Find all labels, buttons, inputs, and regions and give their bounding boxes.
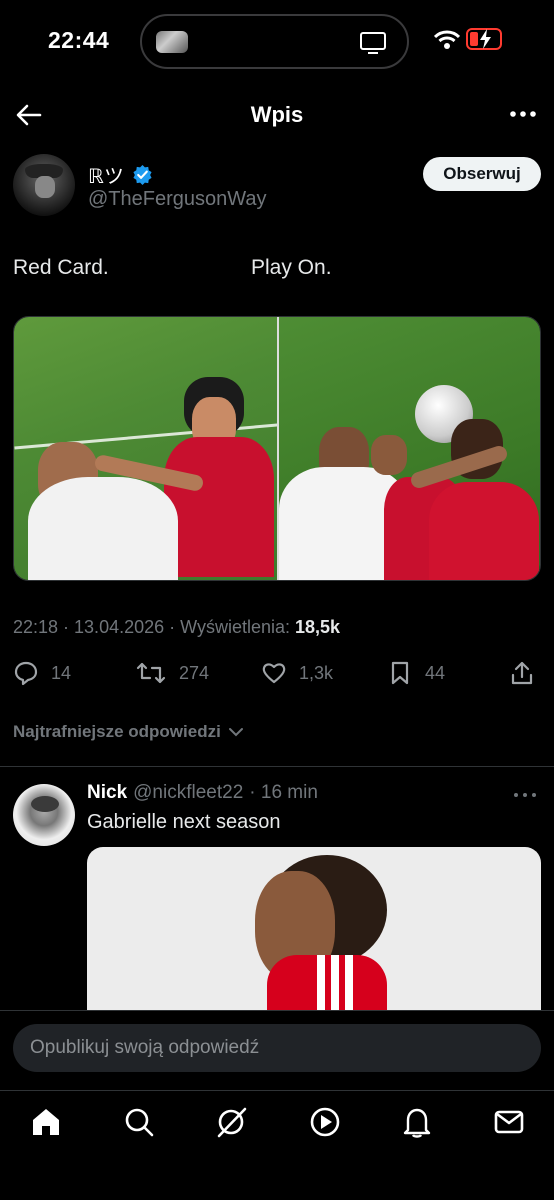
bookmark-action[interactable]: 44 (387, 660, 445, 686)
tweet-timestamp[interactable]: 22:18 · 13.04.2026 · Wyświetlenia: (13, 617, 290, 637)
tweet-actions: 14 274 1,3k 44 (13, 660, 541, 694)
bookmark-icon (391, 661, 409, 685)
tweet-author: ℝツ @TheFergusonWay Obserwuj (13, 154, 541, 220)
author-avatar[interactable] (13, 154, 75, 216)
grok-icon[interactable] (214, 1105, 248, 1139)
tweet-media[interactable] (13, 316, 541, 581)
bottom-navigation (0, 1090, 554, 1200)
notifications-icon[interactable] (400, 1105, 434, 1139)
author-handle[interactable]: @TheFergusonWay (88, 188, 267, 211)
repost-action[interactable]: 274 (135, 660, 209, 686)
video-icon[interactable] (308, 1105, 342, 1139)
chevron-down-icon (228, 728, 243, 737)
reply-more-icon[interactable] (512, 790, 538, 800)
search-icon[interactable] (122, 1105, 156, 1139)
reply-author-name[interactable]: Nick (87, 782, 127, 804)
page-title: Wpis (250, 102, 304, 127)
author-name-row[interactable]: ℝツ (88, 160, 153, 189)
tweet-text-left: Red Card. (13, 256, 109, 279)
reply-avatar[interactable] (13, 784, 75, 846)
like-count: 1,3k (299, 662, 334, 683)
media-thumbnail (156, 31, 188, 53)
reply-text: Gabrielle next season (87, 811, 281, 833)
tv-icon (360, 32, 386, 54)
replies-sort-label: Najtrafniejsze odpowiedzi (13, 722, 221, 741)
like-action[interactable]: 1,3k (261, 660, 333, 686)
reply-time: · 16 min (249, 782, 318, 803)
dynamic-island[interactable] (140, 14, 409, 69)
media-image-red-card[interactable] (14, 317, 277, 580)
wifi-icon (434, 30, 460, 49)
reply-icon (14, 661, 38, 686)
author-name[interactable]: ℝツ (88, 160, 124, 189)
reply-media-image[interactable] (87, 847, 541, 1017)
follow-button[interactable]: Obserwuj (423, 157, 541, 191)
replies-sort-dropdown[interactable]: Najtrafniejsze odpowiedzi (13, 722, 245, 742)
home-icon[interactable] (29, 1105, 63, 1139)
tweet-views: 18,5k (295, 617, 341, 637)
top-bar: Wpis (0, 92, 554, 138)
reply-count: 14 (51, 662, 72, 683)
battery-icon (466, 28, 502, 50)
repost-icon (136, 662, 166, 684)
more-options-icon[interactable] (508, 104, 538, 124)
reply-action[interactable]: 14 (13, 660, 71, 686)
messages-icon[interactable] (492, 1105, 526, 1139)
media-image-play-on[interactable] (277, 317, 540, 580)
tweet-text-right: Play On. (251, 256, 332, 279)
share-action[interactable] (509, 660, 535, 686)
bookmark-count: 44 (425, 662, 446, 683)
heart-icon (262, 663, 286, 684)
reply-header: Nick @nickfleet22 · 16 min (87, 782, 318, 804)
divider (0, 766, 554, 767)
reply-author-handle[interactable]: @nickfleet22 (133, 782, 243, 804)
tweet-meta: 22:18 · 13.04.2026 · Wyświetlenia: 18,5k (13, 617, 340, 638)
reply-input[interactable] (13, 1024, 541, 1072)
status-time: 22:44 (48, 27, 110, 53)
share-icon (511, 661, 533, 685)
repost-count: 274 (179, 662, 210, 683)
verified-badge-icon (133, 164, 152, 185)
status-bar: 22:44 (0, 0, 554, 84)
